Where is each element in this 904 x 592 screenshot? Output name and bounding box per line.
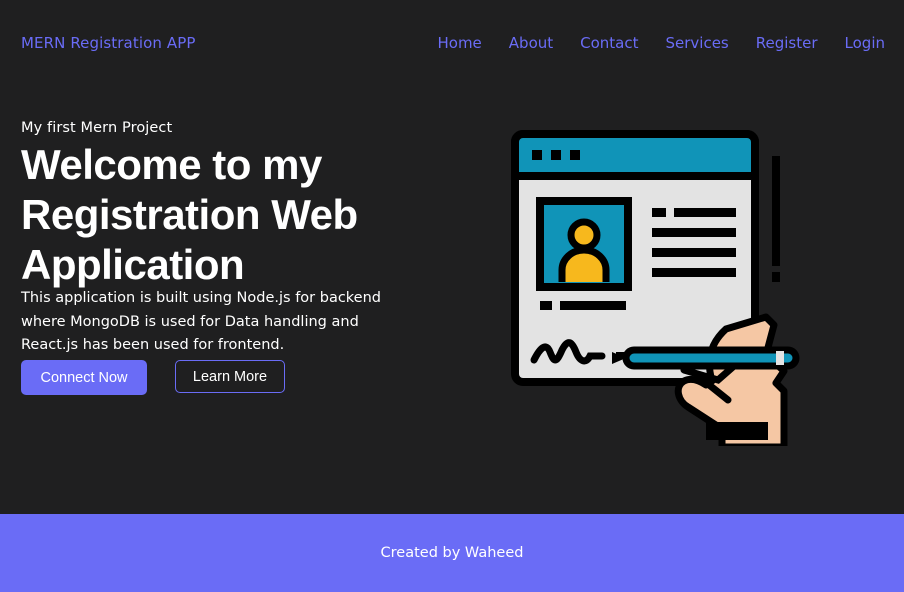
footer: Created by Waheed [0,514,904,592]
learn-more-button[interactable]: Learn More [175,360,285,393]
hero-title-line: Registration Web [21,191,358,238]
nav-contact-link[interactable]: Contact [580,34,638,52]
hero-section: My first Mern Project Welcome to my Regi… [21,120,431,358]
hero-subtitle: My first Mern Project [21,120,173,136]
hero-description: This application is built using Node.js … [21,290,381,353]
registration-form-signing-icon [508,124,808,451]
footer-text: Created by Waheed [380,545,524,561]
hero-buttons: Connect Now Learn More [21,360,285,395]
connect-now-button[interactable]: Connect Now [21,360,147,395]
nav-services-link[interactable]: Services [666,34,729,52]
navbar: MERN Registration APP Home About Contact… [0,0,904,86]
hero-title-line: Welcome to my [21,141,322,188]
nav-login-link[interactable]: Login [845,34,885,52]
illustration-svg [511,130,800,451]
nav-links: Home About Contact Services Register Log… [437,34,885,52]
hero-title-line: Application [21,241,245,288]
brand-link[interactable]: MERN Registration APP [21,34,196,52]
hero-title: Welcome to my Registration Web Applicati… [21,140,431,290]
page: MERN Registration APP Home About Contact… [0,0,904,592]
nav-register-link[interactable]: Register [756,34,818,52]
nav-home-link[interactable]: Home [437,34,481,52]
nav-about-link[interactable]: About [509,34,553,52]
